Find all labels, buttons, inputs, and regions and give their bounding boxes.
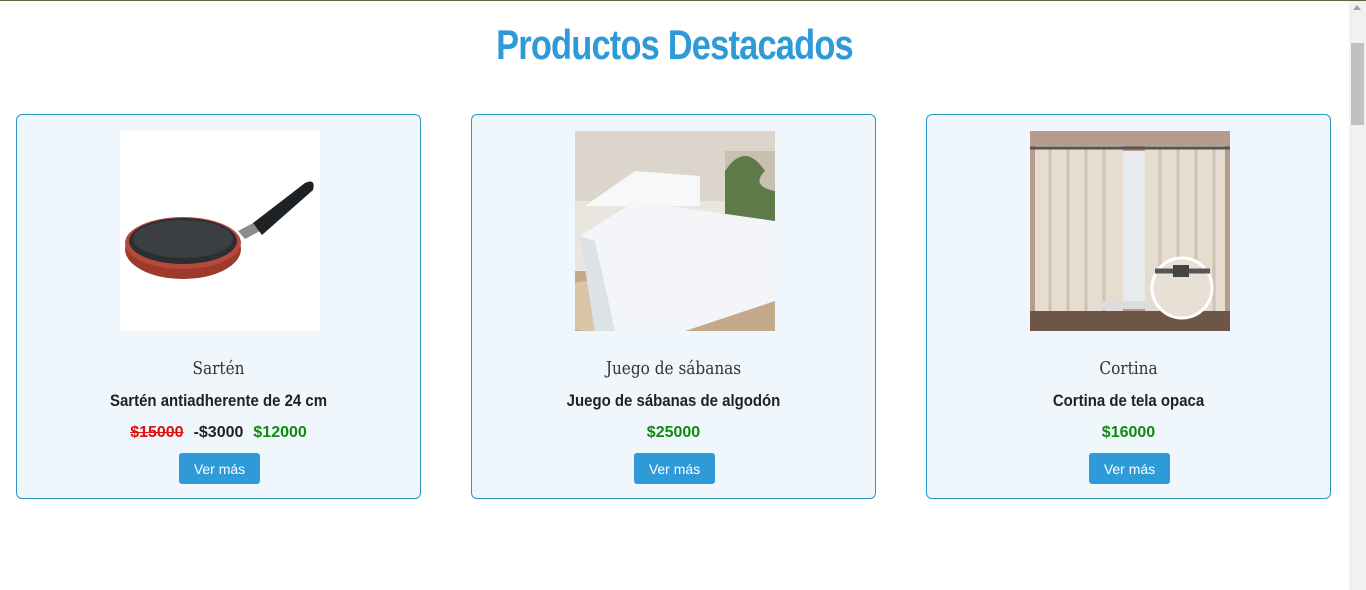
current-price: $12000 xyxy=(253,424,307,441)
product-image-sabanas[interactable] xyxy=(575,131,775,331)
product-card-sabanas: Juego de sábanas Juego de sábanas de alg… xyxy=(471,114,876,499)
product-card-sarten: Sartén Sartén antiadherente de 24 cm $15… xyxy=(16,114,421,499)
ver-mas-button[interactable]: Ver más xyxy=(179,453,260,484)
page-title: Productos Destacados xyxy=(496,21,854,68)
scroll-up-arrow-icon[interactable] xyxy=(1353,5,1361,10)
product-prices: $25000 xyxy=(472,424,875,442)
product-image-cortina[interactable] xyxy=(1030,131,1230,331)
product-name: Sartén xyxy=(192,358,245,379)
vertical-scrollbar[interactable] xyxy=(1349,1,1366,590)
old-price: $15000 xyxy=(130,424,184,441)
scrollbar-thumb[interactable] xyxy=(1351,43,1364,125)
product-name: Cortina xyxy=(1099,358,1158,379)
ver-mas-button[interactable]: Ver más xyxy=(1089,453,1170,484)
product-prices: $15000 -$3000 $12000 xyxy=(17,424,420,442)
product-description: Juego de sábanas de algodón xyxy=(566,391,781,410)
page: Productos Destacados Sartén Sartén antia… xyxy=(0,1,1349,590)
product-card-cortina: Cortina Cortina de tela opaca $16000 Ver… xyxy=(926,114,1331,499)
product-name: Juego de sábanas xyxy=(605,358,742,379)
product-description: Sartén antiadherente de 24 cm xyxy=(109,391,328,410)
discount: -$3000 xyxy=(193,424,244,441)
ver-mas-button[interactable]: Ver más xyxy=(634,453,715,484)
current-price: $16000 xyxy=(1101,424,1156,441)
current-price: $25000 xyxy=(646,424,701,441)
product-prices: $16000 xyxy=(927,424,1330,442)
product-image-sarten[interactable] xyxy=(120,131,320,331)
product-description: Cortina de tela opaca xyxy=(1052,391,1205,410)
